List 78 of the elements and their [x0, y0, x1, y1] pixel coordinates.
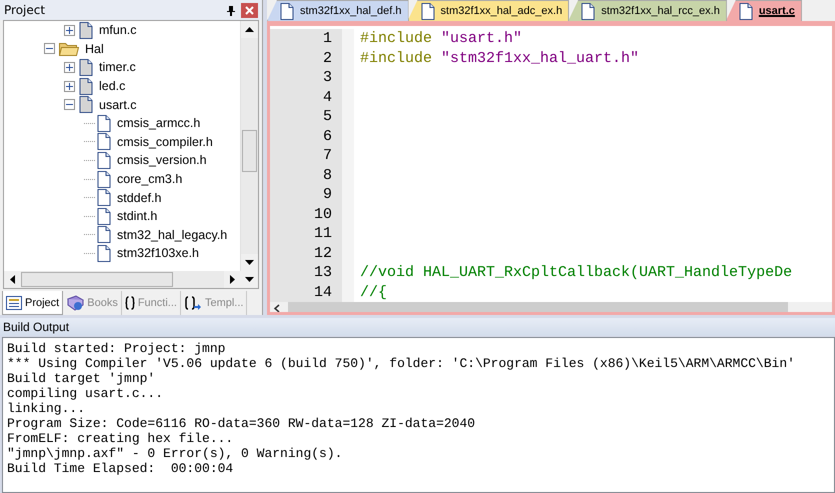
- output-line: linking...: [7, 401, 86, 416]
- tree-item[interactable]: cmsis_armcc.h: [117, 116, 200, 130]
- up-arrow-icon[interactable]: [245, 27, 254, 32]
- code-line: //void HAL_UART_RxCpltCallback(UART_HandleTypeDe: [360, 264, 792, 282]
- panel-tab[interactable]: Project: [2, 291, 64, 315]
- line-number: 13: [270, 263, 354, 282]
- output-line: Program Size: Code=6116 RO-data=360 RW-data=128 ZI-data=2040: [7, 416, 476, 431]
- folder-icon: [59, 41, 79, 56]
- expand-icon[interactable]: [64, 62, 75, 73]
- source-file-icon: [79, 96, 93, 114]
- line-number: 8: [270, 166, 354, 185]
- tree-item[interactable]: timer.c: [99, 60, 136, 74]
- header-file-icon: [97, 208, 111, 225]
- line-number: 4: [270, 88, 354, 107]
- output-line: "jmnp\jmnp.axf" - 0 Error(s), 0 Warning(s).: [7, 446, 344, 461]
- editor-tab[interactable]: stm32f1xx_hal_def.h: [267, 0, 409, 21]
- project-icon: [6, 296, 22, 310]
- collapse-icon[interactable]: [64, 99, 75, 110]
- line-number: 6: [270, 126, 354, 146]
- source-file-icon: [79, 22, 93, 39]
- header-file-icon: [97, 226, 111, 244]
- panel-title: Build Output: [0, 318, 835, 336]
- header-file-icon: [97, 170, 111, 188]
- down-arrow-icon[interactable]: [245, 260, 254, 265]
- code-line: #include "usart.h": [360, 30, 522, 48]
- expand-icon[interactable]: [64, 24, 75, 36]
- expand-icon[interactable]: [64, 80, 75, 92]
- tree-item[interactable]: led.c: [99, 79, 126, 94]
- header-file-icon: [97, 244, 111, 262]
- editor-tab[interactable]: usart.c: [726, 0, 802, 21]
- code-line: //{: [360, 284, 388, 301]
- vertical-scrollbar[interactable]: [240, 21, 258, 271]
- output-line: compiling usart.c...: [7, 386, 164, 401]
- line-number: 10: [270, 204, 354, 224]
- scrollbar-thumb[interactable]: [242, 130, 257, 172]
- tree-item[interactable]: stm32_hal_legacy.h: [117, 228, 228, 242]
- pin-icon[interactable]: [227, 4, 235, 16]
- tree-item[interactable]: mfun.c: [99, 23, 137, 38]
- collapse-icon[interactable]: [44, 43, 55, 54]
- output-line: Build target 'jmnp': [7, 371, 156, 386]
- line-number: 11: [270, 224, 354, 244]
- header-file-icon: [97, 189, 111, 206]
- tree-item[interactable]: stdint.h: [117, 209, 158, 224]
- scrollbar-thumb[interactable]: [21, 272, 173, 287]
- code-line: #include "stm32f1xx_hal_uart.h": [360, 50, 640, 67]
- tree-item[interactable]: cmsis_version.h: [117, 153, 207, 168]
- line-number: 3: [270, 68, 354, 88]
- source-file-icon: [79, 58, 93, 76]
- header-file-icon: [97, 114, 111, 132]
- line-number: 1: [270, 29, 354, 48]
- tree-item[interactable]: cmsis_compiler.h: [117, 134, 213, 149]
- line-number: 14: [270, 282, 354, 302]
- line-number: 7: [270, 146, 354, 166]
- output-line: FromELF: creating hex file...: [7, 431, 234, 446]
- editor-tab[interactable]: stm32f1xx_hal_rcc_ex.h: [568, 0, 727, 21]
- header-file-icon: [97, 133, 111, 150]
- output-line: Build Time Elapsed: 00:00:04: [7, 461, 234, 476]
- left-arrow-icon[interactable]: [10, 275, 15, 284]
- down-arrow-icon[interactable]: [245, 277, 254, 282]
- braces-arrow-icon: [184, 296, 202, 310]
- right-arrow-icon[interactable]: [230, 275, 235, 284]
- tree-item[interactable]: Hal: [85, 42, 104, 56]
- braces-icon: [124, 296, 135, 310]
- line-number: 12: [270, 244, 354, 263]
- tree-item[interactable]: core_cm3.h: [117, 172, 182, 186]
- editor-tab[interactable]: stm32f1xx_hal_adc_ex.h: [408, 0, 570, 21]
- header-file-icon: [97, 152, 111, 169]
- close-icon[interactable]: [241, 2, 258, 18]
- tree-item[interactable]: stddef.h: [117, 190, 162, 205]
- line-number: 2: [270, 48, 354, 68]
- tree-item[interactable]: usart.c: [99, 98, 137, 112]
- line-number: 9: [270, 185, 354, 204]
- output-line: *** Using Compiler 'V5.06 update 6 (build 750)', folder: 'C:\Program Files (x86)\Keil5\ARM\ARMCC\Bin': [7, 356, 796, 371]
- source-file-icon: [79, 78, 93, 95]
- output-line: Build started: Project: jmnp: [7, 341, 226, 356]
- line-number: 5: [270, 107, 354, 126]
- panel-title: Project: [4, 3, 46, 17]
- tree-item[interactable]: stm32f103xe.h: [117, 246, 199, 260]
